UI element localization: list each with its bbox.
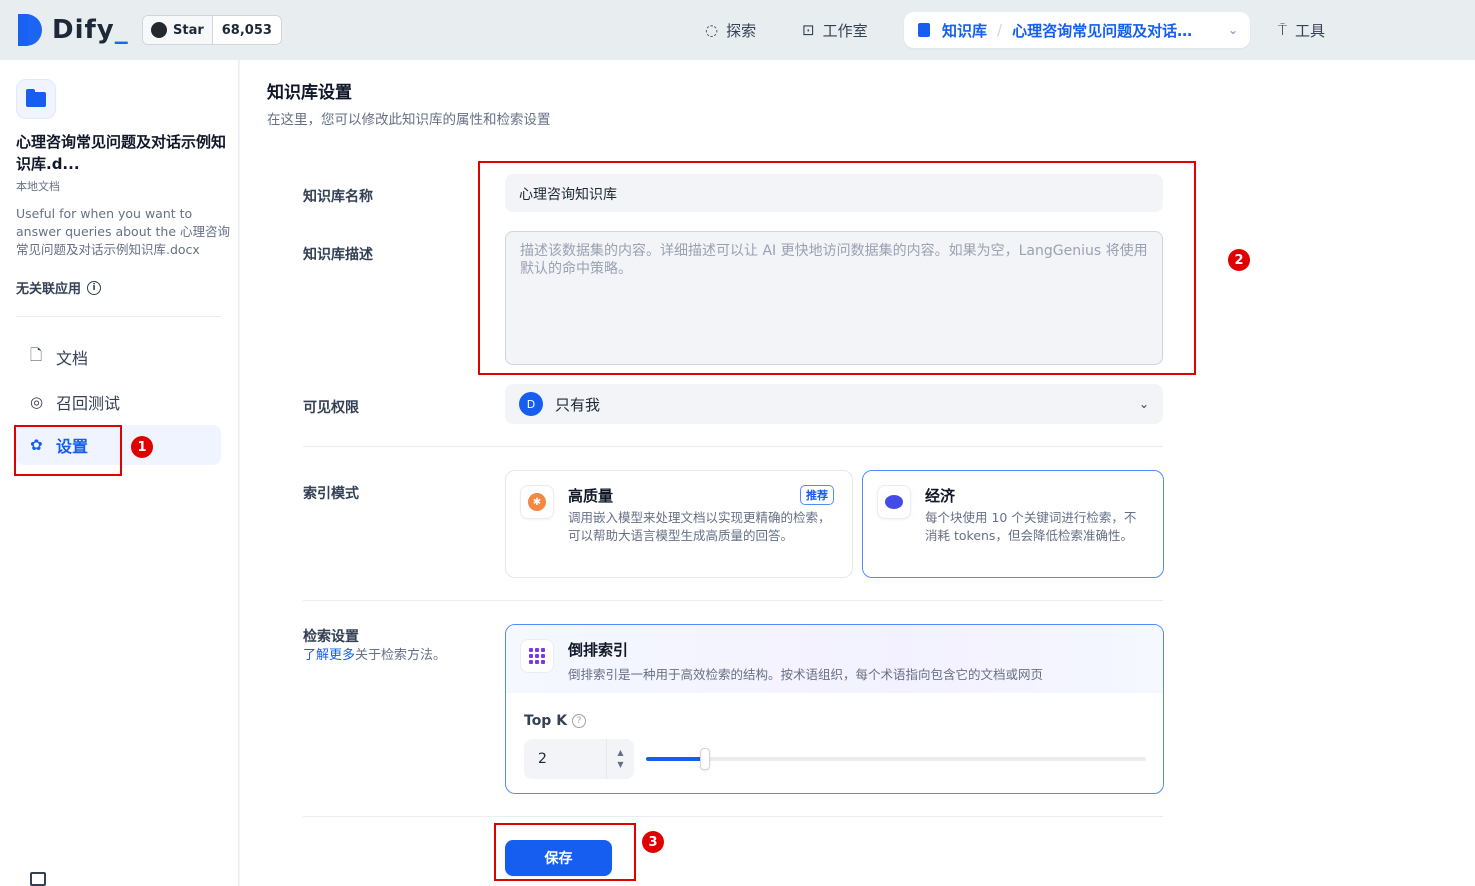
- annotation-box-3: [494, 823, 636, 881]
- sidebar-item-label: 文档: [56, 349, 89, 368]
- dataset-type: 本地文档: [16, 180, 60, 193]
- index-mode-label: 索引模式: [303, 486, 359, 502]
- sidebar-item-hit-testing[interactable]: ◎ 召回测试: [16, 382, 221, 422]
- index-option-high-quality[interactable]: ✱ 高质量 推荐 调用嵌入模型来处理文档以实现更精确的检索，可以帮助大语言模型生…: [505, 470, 853, 578]
- nav-tools[interactable]: ⍑ 工具: [1278, 12, 1325, 48]
- book-icon: [918, 23, 930, 37]
- topk-label: Top K ?: [524, 713, 587, 729]
- retrieval-hint-text: 关于检索方法。: [355, 648, 447, 663]
- hammer-icon: ⍑: [1278, 21, 1288, 39]
- dataset-icon: [16, 79, 56, 119]
- nav-explore[interactable]: ◌ 探索: [705, 12, 756, 48]
- piggy-bank-icon: [877, 485, 911, 519]
- nav-studio-label: 工作室: [822, 21, 868, 40]
- topk-slider[interactable]: [646, 748, 1146, 770]
- chevron-down-icon[interactable]: ⌄: [1228, 23, 1238, 37]
- chevron-down-icon[interactable]: ▼: [617, 759, 623, 771]
- topk-label-text: Top K: [524, 713, 568, 729]
- folder-icon: [26, 88, 46, 107]
- collapse-sidebar-icon[interactable]: [30, 872, 46, 886]
- github-star-count[interactable]: 68,053: [213, 16, 281, 44]
- high-quality-description: 调用嵌入模型来处理文档以实现更精确的检索，可以帮助大语言模型生成高质量的回答。: [568, 510, 831, 543]
- top-bar: Dify_ Star 68,053 ◌ 探索 ⊡ 工作室 知识库 / 心理咨询常…: [0, 0, 1475, 60]
- robot-icon: ⊡: [802, 21, 815, 39]
- nav-knowledge-label[interactable]: 知识库: [942, 20, 987, 41]
- topk-value[interactable]: 2: [538, 751, 547, 767]
- index-option-economy[interactable]: 经济 每个块使用 10 个关键词进行检索，不消耗 tokens，但会降低检索准确…: [862, 470, 1164, 578]
- annotation-number-2: 2: [1228, 249, 1250, 271]
- annotation-box-2: [478, 161, 1196, 375]
- divider: [303, 816, 1163, 817]
- sidebar-item-label: 召回测试: [56, 394, 121, 413]
- topk-stepper[interactable]: 2 ▲ ▼: [524, 739, 634, 779]
- economy-description: 每个块使用 10 个关键词进行检索，不消耗 tokens，但会降低检索准确性。: [925, 510, 1137, 543]
- slider-thumb[interactable]: [700, 748, 710, 770]
- nav-knowledge[interactable]: 知识库 / 心理咨询常见问题及对话… ⌄: [904, 12, 1250, 48]
- nav-studio[interactable]: ⊡ 工作室: [802, 12, 868, 48]
- retrieval-method-card[interactable]: 倒排索引 倒排索引是一种用于高效检索的结构。按术语组织，每个术语指向包含它的文档…: [505, 624, 1164, 794]
- page-subtitle: 在这里，您可以修改此知识库的属性和检索设置: [267, 112, 551, 128]
- high-quality-title: 高质量: [568, 487, 614, 505]
- page-title: 知识库设置: [267, 83, 352, 103]
- divider: [303, 600, 1163, 601]
- logo-underscore: _: [114, 15, 129, 45]
- github-star-button[interactable]: Star: [143, 16, 213, 44]
- dataset-name: 心理咨询常见问题及对话示例知识库.d...: [16, 133, 227, 173]
- chevron-down-icon: ⌄: [1138, 397, 1149, 411]
- github-star-widget[interactable]: Star 68,053: [142, 15, 282, 45]
- high-quality-icon: ✱: [520, 485, 554, 519]
- breadcrumb-separator: /: [997, 21, 1003, 39]
- grid-icon: [520, 639, 554, 673]
- annotation-number-3: 3: [642, 831, 664, 853]
- stepper-arrows[interactable]: ▲ ▼: [606, 739, 634, 779]
- inverted-index-header: 倒排索引 倒排索引是一种用于高效检索的结构。按术语组织，每个术语指向包含它的文档…: [506, 625, 1163, 693]
- recommended-badge: 推荐: [800, 485, 834, 505]
- sidebar-divider: [16, 316, 221, 317]
- nav-current-dataset[interactable]: 心理咨询常见问题及对话…: [1012, 20, 1220, 41]
- logo-mark-icon: [16, 14, 44, 46]
- nav-explore-label: 探索: [726, 21, 757, 40]
- related-apps-label: 无关联应用: [16, 282, 82, 297]
- help-circle-icon[interactable]: ?: [572, 714, 587, 728]
- compass-icon: ◌: [705, 21, 719, 39]
- slider-fill: [646, 757, 706, 761]
- description-label: 知识库描述: [303, 247, 373, 263]
- document-icon: 🗋: [30, 345, 43, 364]
- retrieval-settings-hint: 了解更多关于检索方法。: [303, 644, 446, 663]
- dataset-description: Useful for when you want to answer queri…: [16, 206, 230, 257]
- inverted-index-title: 倒排索引: [568, 641, 629, 659]
- permission-value: 只有我: [555, 395, 601, 414]
- permission-label: 可见权限: [303, 400, 359, 416]
- related-apps: 无关联应用 i: [16, 278, 102, 297]
- dify-logo[interactable]: Dify_: [16, 14, 129, 46]
- github-star-label: Star: [173, 22, 204, 38]
- inverted-index-description: 倒排索引是一种用于高效检索的结构。按术语组织，每个术语指向包含它的文档或网页: [568, 667, 1044, 682]
- annotation-box-1: [14, 425, 122, 476]
- github-icon: [151, 22, 167, 38]
- annotation-number-1: 1: [131, 436, 153, 458]
- target-icon: ◎: [30, 393, 44, 411]
- sidebar-item-documents[interactable]: 🗋 文档: [16, 337, 221, 377]
- avatar: D: [519, 392, 543, 416]
- chevron-up-icon[interactable]: ▲: [617, 747, 623, 759]
- info-icon[interactable]: i: [87, 280, 102, 295]
- nav-tools-label: 工具: [1295, 21, 1326, 40]
- permission-select[interactable]: D 只有我 ⌄: [505, 384, 1163, 424]
- divider: [303, 446, 1163, 447]
- retrieval-settings-label: 检索设置: [303, 629, 359, 645]
- economy-title: 经济: [925, 487, 956, 505]
- logo-text: Dify: [52, 15, 115, 45]
- name-label: 知识库名称: [303, 189, 373, 205]
- learn-more-link[interactable]: 了解更多: [303, 648, 355, 663]
